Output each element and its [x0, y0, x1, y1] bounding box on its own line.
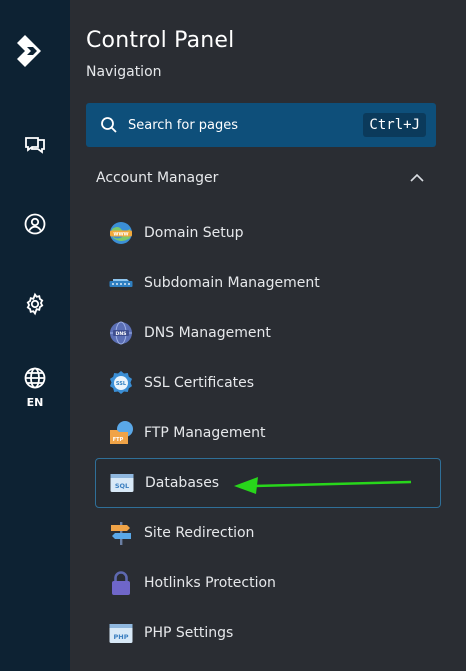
menu-item-label: Hotlinks Protection: [144, 575, 276, 591]
account-button[interactable]: [0, 204, 70, 244]
chat-button[interactable]: [0, 124, 70, 164]
section-label: Account Manager: [96, 170, 219, 186]
ftp-folder-icon: FTP: [110, 421, 133, 444]
chevron-up-icon[interactable]: [408, 169, 426, 187]
svg-text:SSL: SSL: [116, 381, 127, 387]
signpost-icon: [111, 522, 131, 545]
settings-button[interactable]: [0, 284, 70, 324]
left-rail: EN: [0, 0, 70, 671]
menu-item-subdomain-management[interactable]: Subdomain Management: [95, 258, 441, 308]
menu-list: WWW Domain Setup Subdomain Management DN…: [95, 208, 441, 658]
svg-text:FTP: FTP: [113, 437, 124, 443]
subdomain-icon: [109, 279, 133, 287]
section-account-manager[interactable]: Account Manager: [86, 160, 436, 196]
search-label: Search for pages: [128, 117, 239, 133]
www-globe-icon: WWW: [110, 222, 132, 244]
page-subtitle: Navigation: [86, 64, 162, 80]
page-title: Control Panel: [86, 28, 235, 53]
menu-item-hotlinks-protection[interactable]: Hotlinks Protection: [95, 558, 441, 608]
annotation-arrow-icon: [234, 477, 412, 494]
menu-item-label: Domain Setup: [144, 225, 244, 241]
svg-text:PHP: PHP: [114, 633, 129, 641]
menu-item-site-redirection[interactable]: Site Redirection: [95, 508, 441, 558]
menu-item-label: PHP Settings: [144, 625, 234, 641]
menu-item-dns-management[interactable]: DNS DNS Management: [95, 308, 441, 358]
svg-text:DNS: DNS: [116, 331, 127, 337]
menu-item-label: Databases: [145, 475, 220, 491]
menu-item-label: DNS Management: [144, 325, 271, 341]
search-pages-button[interactable]: Search for pages Ctrl+J: [86, 103, 436, 147]
ssl-badge-icon: SSL: [110, 371, 132, 394]
language-button[interactable]: EN: [0, 362, 70, 412]
keyboard-shortcut-badge: Ctrl+J: [363, 113, 426, 137]
sql-database-icon: SQL: [110, 474, 134, 492]
dns-icon: DNS: [110, 321, 132, 345]
globe-icon: [24, 367, 46, 388]
navigation-panel: Control Panel Navigation Search for page…: [70, 0, 466, 671]
svg-text:SQL: SQL: [115, 482, 129, 490]
search-icon: [101, 117, 117, 133]
menu-item-ssl-certificates[interactable]: SSL SSL Certificates: [95, 358, 441, 408]
app-logo-icon[interactable]: [13, 33, 49, 69]
menu-item-php-settings[interactable]: PHP PHP Settings: [95, 608, 441, 658]
menu-item-label: SSL Certificates: [144, 375, 255, 391]
gear-icon: [26, 292, 44, 316]
menu-item-label: Subdomain Management: [144, 275, 320, 291]
user-icon: [24, 213, 46, 235]
padlock-icon: [112, 571, 130, 595]
menu-item-ftp-management[interactable]: FTP FTP Management: [95, 408, 441, 458]
chat-icon: [25, 137, 45, 154]
php-icon: PHP: [109, 624, 133, 643]
menu-item-label: FTP Management: [144, 425, 266, 441]
language-label: EN: [26, 395, 44, 409]
svg-text:WWW: WWW: [113, 231, 128, 237]
menu-item-domain-setup[interactable]: WWW Domain Setup: [95, 208, 441, 258]
menu-item-label: Site Redirection: [144, 525, 255, 541]
